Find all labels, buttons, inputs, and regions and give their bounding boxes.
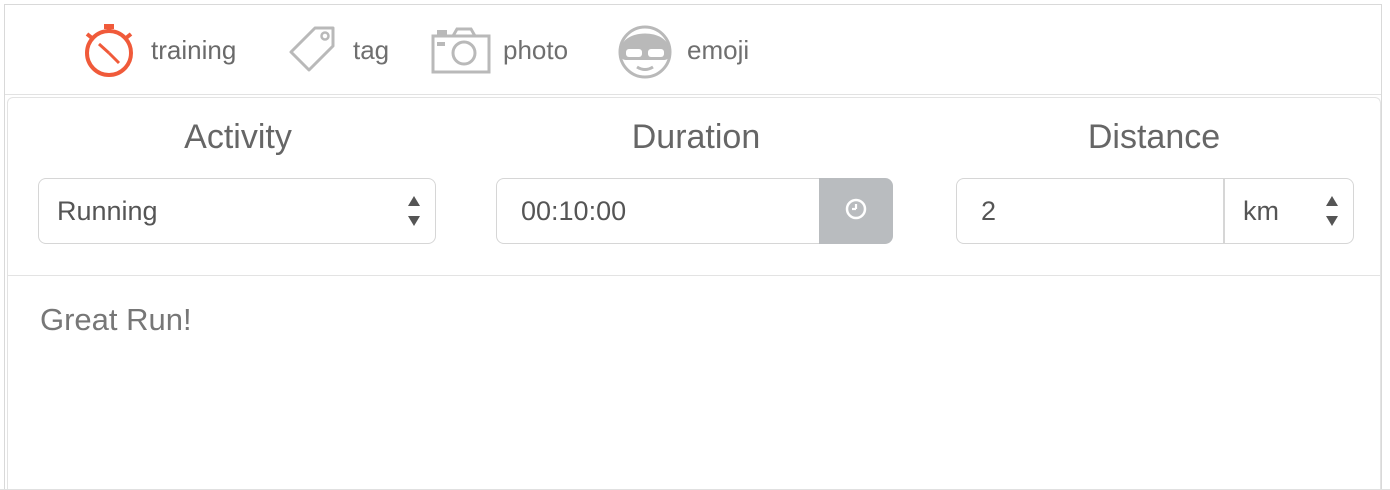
clock-icon [844,197,868,226]
duration-title: Duration [631,118,761,156]
activity-select[interactable]: Running [38,178,436,244]
select-arrows-icon [407,196,421,226]
face-icon [615,20,675,80]
notes-textarea[interactable]: Great Run! [40,302,192,338]
emoji-tab-label: emoji [687,34,750,65]
duration-picker-button[interactable] [819,178,893,244]
distance-unit-value: km [1243,195,1279,226]
training-panel: Activity Duration Distance Running 00:10… [7,97,1381,490]
tag-tab[interactable]: tag [281,19,389,81]
attachment-toolbar: training tag photo emoji [5,5,1381,95]
training-tab[interactable]: training [79,19,236,81]
distance-title: Distance [1087,118,1221,156]
tag-tab-label: tag [353,34,390,65]
distance-unit-select[interactable]: km [1224,178,1354,244]
select-arrows-icon [1325,196,1339,226]
duration-input[interactable]: 00:10:00 [496,178,820,244]
duration-input-value: 00:10:00 [521,195,627,226]
stopwatch-icon [79,20,139,80]
post-composer: training tag photo emoji Activity Durati… [4,4,1382,490]
photo-tab-label: photo [503,34,569,65]
activity-select-value: Running [57,195,158,226]
photo-tab[interactable]: photo [431,19,568,81]
activity-title: Activity [184,118,292,156]
distance-input[interactable]: 2 [956,178,1224,244]
training-tab-label: training [151,34,237,65]
camera-icon [431,20,491,80]
distance-input-value: 2 [981,195,997,226]
tag-icon [281,20,341,80]
training-fields-row: Activity Duration Distance Running 00:10… [8,98,1380,276]
emoji-tab[interactable]: emoji [615,19,749,81]
notes-text: Great Run! [40,302,192,337]
